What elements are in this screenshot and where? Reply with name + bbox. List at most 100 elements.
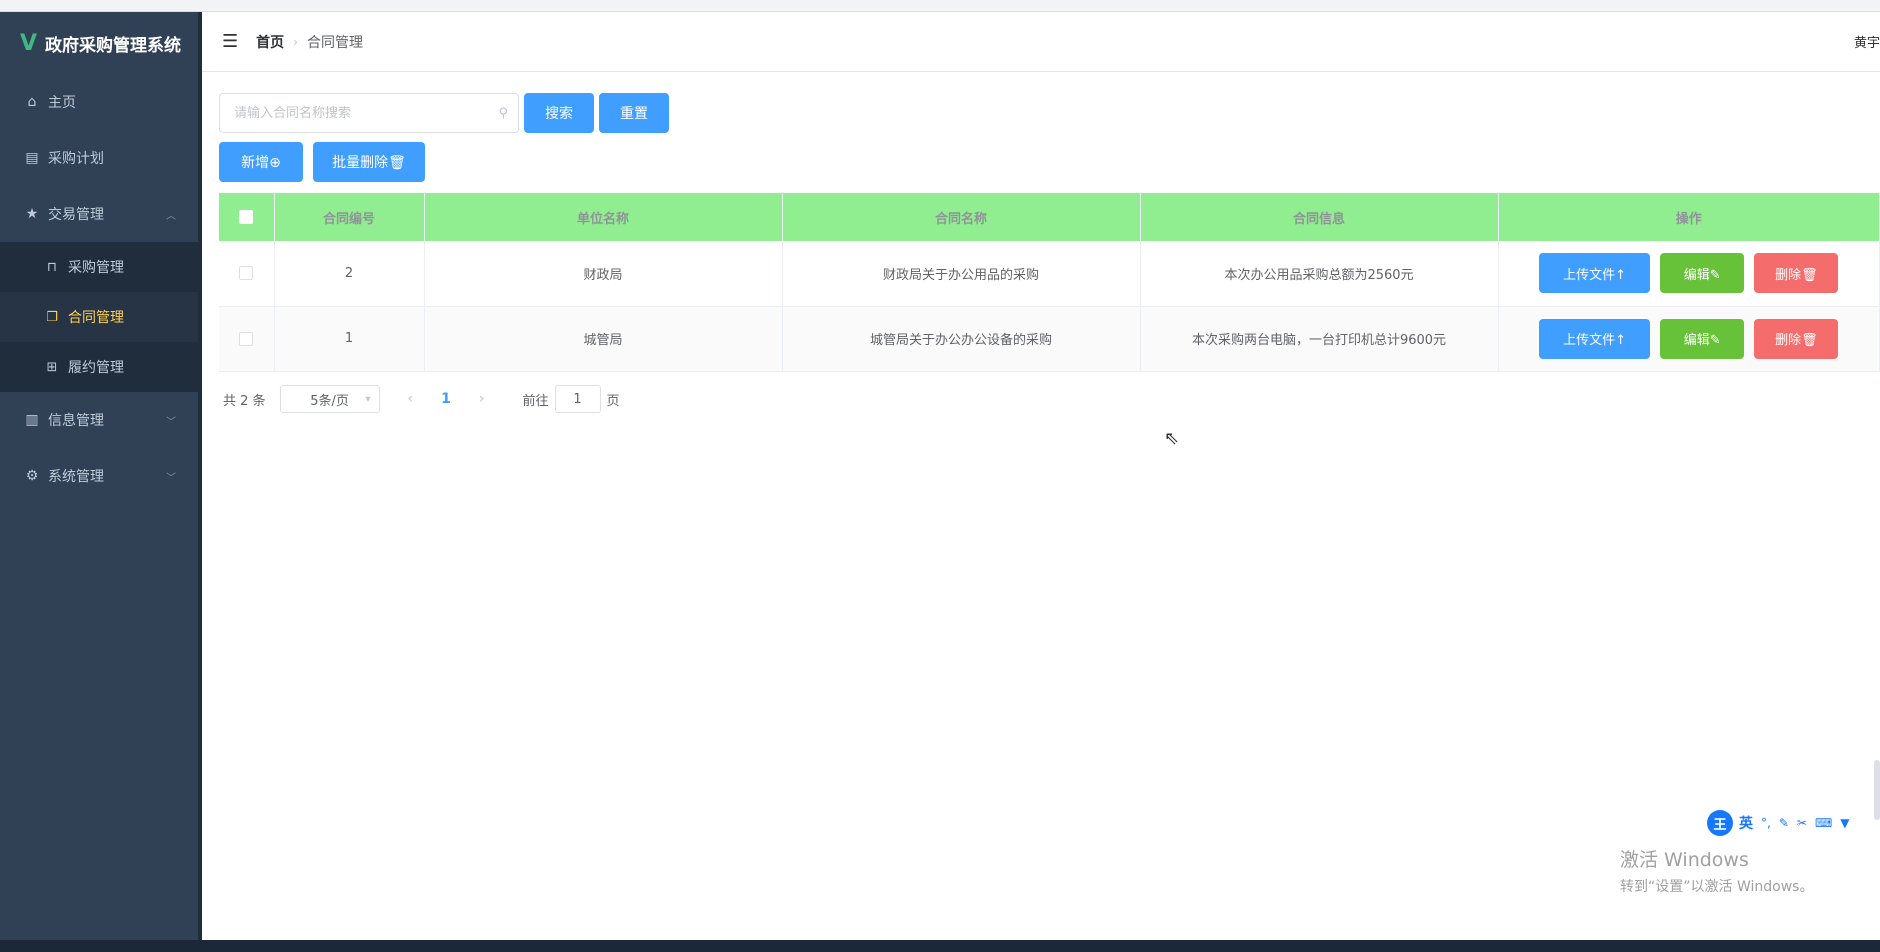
delete-button[interactable]: 删除🗑 (1754, 318, 1839, 359)
search-icon: ⚲ (498, 105, 508, 121)
chevron-down-icon: ﹀ (166, 472, 176, 484)
goto-label: 前往 (522, 393, 549, 409)
add-button[interactable]: 新增⊕ (219, 142, 303, 182)
sidebar-subitem-procurement[interactable]: ⊓ 采购管理 (0, 242, 198, 292)
ime-mode-toggle[interactable]: 英 (1739, 813, 1753, 833)
toolbar: 新增⊕ 批量删除🗑 (219, 142, 1880, 182)
column-header: 操作 (1498, 193, 1880, 241)
sidebar-item-system-management[interactable]: ⚙ 系统管理 ﹀ (0, 448, 198, 504)
mouse-cursor-icon: ⇖ (1164, 428, 1180, 449)
sidebar-subitem-performance[interactable]: ⊞ 履约管理 (0, 342, 198, 392)
sidebar-item-purchase-plan[interactable]: ▤ 采购计划 (0, 130, 198, 186)
sidebar-item-label: 采购计划 (48, 151, 104, 167)
contract-info-cell: 本次采购两台电脑，一台打印机总计9600元 (1140, 306, 1499, 372)
sidebar: V 政府采购管理系统 ⌂ 主页 ▤ 采购计划 ★ 交易管理 ︿ ⊓ 采购管理 ❐… (0, 12, 198, 940)
delete-button[interactable]: 删除🗑 (1754, 253, 1839, 294)
table-row: 1 城管局 城管局关于办公办公设备的采购 本次采购两台电脑，一台打印机总计960… (219, 306, 1880, 372)
upload-file-button[interactable]: 上传文件↑ (1539, 253, 1651, 294)
search-row: ⚲ 搜索 重置 (219, 92, 1880, 134)
contract-name-cell: 财政局关于办公用品的采购 (782, 241, 1141, 307)
breadcrumb-current: 合同管理 (306, 34, 363, 51)
contract-table: 合同编号 单位名称 合同名称 合同信息 操作 2 财政局 财政局关于办公用品的采… (219, 193, 1880, 372)
sidebar-subitem-contract[interactable]: ❐ 合同管理 (0, 292, 198, 342)
row-checkbox[interactable] (239, 266, 254, 281)
unit-name-cell: 城管局 (424, 306, 783, 372)
contract-name-cell: 城管局关于办公办公设备的采购 (782, 306, 1141, 372)
chevron-down-icon: ▾ (365, 393, 371, 405)
document-icon: ▤ (25, 150, 39, 166)
sidebar-item-home[interactable]: ⌂ 主页 (0, 74, 198, 130)
browser-bookmark-bar (0, 0, 1880, 12)
contract-id-cell: 1 (274, 306, 425, 372)
row-checkbox[interactable] (239, 331, 254, 346)
edit-button[interactable]: 编辑✎ (1660, 318, 1745, 359)
top-header: ☰ 首页 › 合同管理 黄宇 (202, 12, 1880, 72)
main-content: ⚲ 搜索 重置 新增⊕ 批量删除🗑 (219, 92, 1880, 182)
column-header: 合同信息 (1140, 193, 1499, 241)
table-header-row: 合同编号 单位名称 合同名称 合同信息 操作 (219, 193, 1880, 241)
prev-page-icon[interactable]: ‹ (408, 391, 414, 407)
windows-activation-watermark: 激活 Windows 转到“设置”以激活 Windows。 (1620, 845, 1813, 896)
contract-info-cell: 本次办公用品采购总额为2560元 (1140, 241, 1499, 307)
edit-button[interactable]: 编辑✎ (1660, 253, 1745, 294)
row-select-cell[interactable] (219, 306, 275, 372)
scissors-icon[interactable]: ✂ (1797, 816, 1807, 830)
skin-icon[interactable]: ▼ (1840, 816, 1849, 830)
page-number-current[interactable]: 1 (441, 391, 451, 407)
cart-icon: ⊞ (46, 359, 58, 375)
sidebar-item-label: 系统管理 (48, 469, 104, 485)
sidebar-divider (198, 12, 202, 940)
user-name[interactable]: 黄宇 (1854, 32, 1880, 51)
page-size-select[interactable]: 5条/页 ▾ (279, 385, 380, 413)
chevron-down-icon: ﹀ (166, 416, 176, 428)
sidebar-item-info-management[interactable]: ▥ 信息管理 ﹀ (0, 392, 198, 448)
scrollbar[interactable] (1874, 760, 1880, 820)
bag-icon: ⊓ (46, 259, 58, 275)
sidebar-item-label: 信息管理 (48, 413, 104, 429)
column-header: 单位名称 (424, 193, 783, 241)
upload-file-button[interactable]: 上传文件↑ (1539, 318, 1651, 359)
breadcrumb-separator-icon: › (293, 34, 298, 49)
pagination-total: 共 2 条 (223, 393, 266, 409)
copy-document-icon: ❐ (46, 309, 58, 325)
search-input[interactable] (234, 105, 504, 121)
column-header: 合同名称 (782, 193, 1141, 241)
breadcrumb-home[interactable]: 首页 (256, 32, 284, 52)
select-all-cell[interactable] (219, 193, 275, 241)
unit-name-cell: 财政局 (424, 241, 783, 307)
actions-cell: 上传文件↑ 编辑✎ 删除🗑 (1498, 241, 1880, 307)
sidebar-item-label: 交易管理 (48, 207, 104, 223)
sidebar-item-label: 主页 (48, 95, 76, 111)
keyboard-icon[interactable]: ⌨ (1815, 816, 1832, 830)
app-logo: V 政府采购管理系统 (0, 12, 198, 74)
vue-logo-icon: V (20, 30, 38, 56)
windows-taskbar (0, 940, 1880, 952)
search-field[interactable]: ⚲ (219, 93, 519, 133)
home-icon: ⌂ (27, 94, 37, 110)
star-icon: ★ (25, 206, 39, 222)
goto-page-input[interactable]: 1 (554, 385, 601, 413)
search-button[interactable]: 搜索 (524, 93, 594, 133)
batch-delete-button[interactable]: 批量删除🗑 (313, 142, 425, 182)
watermark-subtitle: 转到“设置”以激活 Windows。 (1620, 879, 1814, 895)
punctuation-icon[interactable]: °, (1761, 816, 1771, 830)
select-all-checkbox[interactable] (239, 210, 254, 224)
pagination: 共 2 条 5条/页 ▾ ‹ 1 › 前往 1 页 (223, 385, 620, 413)
sidebar-item-transaction-management[interactable]: ★ 交易管理 ︿ (0, 186, 198, 242)
next-page-icon[interactable]: › (479, 391, 485, 407)
table-row: 2 财政局 财政局关于办公用品的采购 本次办公用品采购总额为2560元 上传文件… (219, 241, 1880, 307)
sidebar-item-label: 采购管理 (68, 260, 124, 276)
gear-icon: ⚙ (25, 468, 39, 484)
collapse-menu-icon[interactable]: ☰ (222, 31, 238, 52)
row-select-cell[interactable] (219, 241, 275, 307)
sidebar-item-label: 履约管理 (68, 360, 124, 376)
chevron-up-icon: ︿ (166, 210, 176, 222)
watermark-title: 激活 Windows (1620, 849, 1749, 871)
goto-suffix: 页 (606, 393, 620, 409)
reset-button[interactable]: 重置 (599, 93, 669, 133)
app-title: 政府采购管理系统 (45, 35, 182, 56)
bar-chart-icon: ▥ (25, 412, 39, 428)
page-size-value: 5条/页 (310, 393, 349, 409)
ime-logo-icon[interactable]: 王 (1707, 810, 1733, 836)
pen-icon[interactable]: ✎ (1779, 816, 1789, 830)
